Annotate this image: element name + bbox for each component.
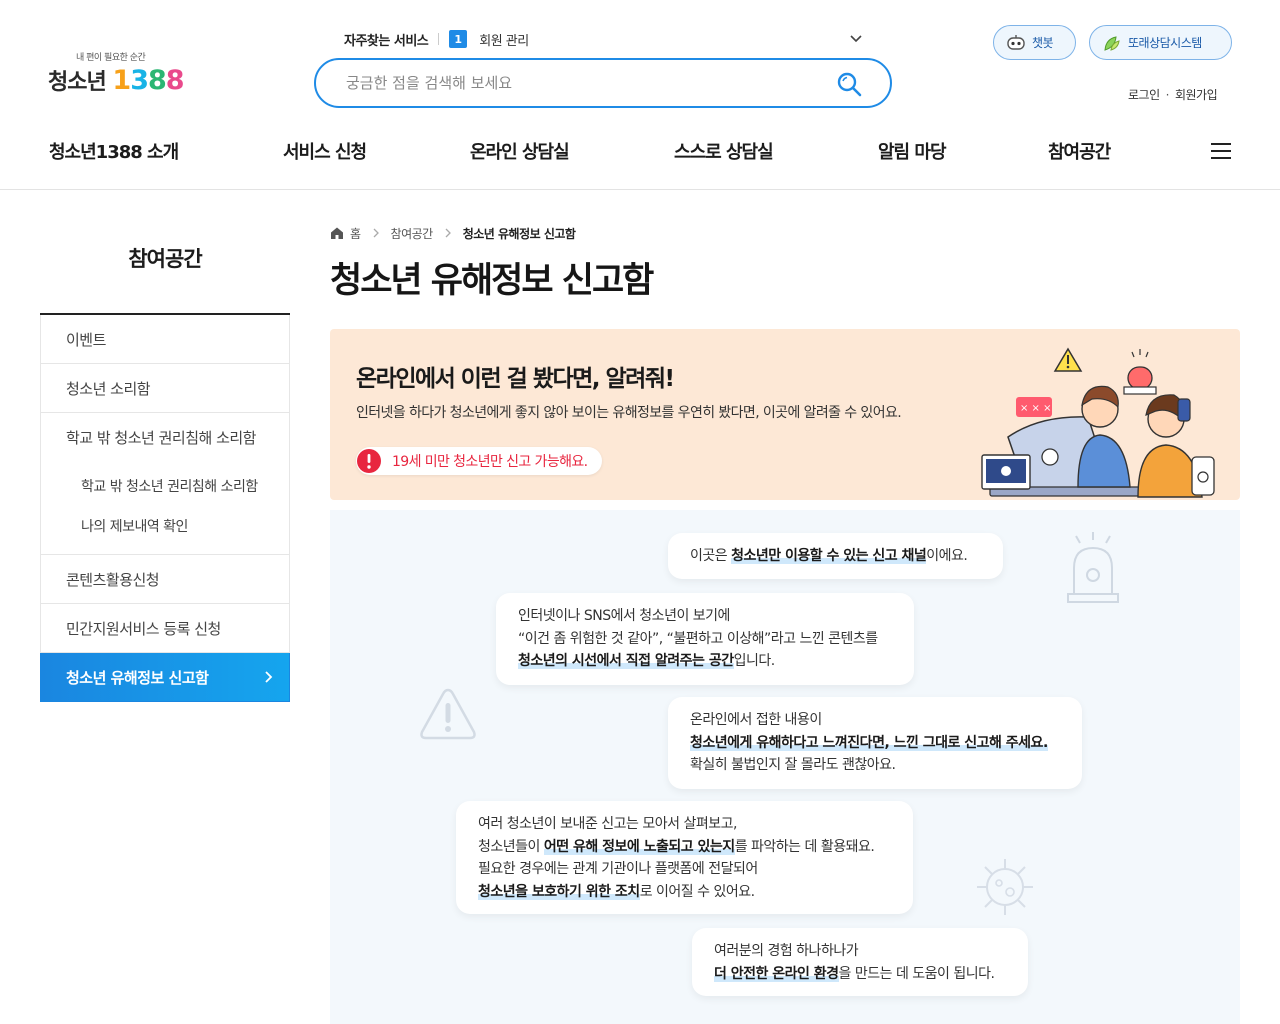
auth-separator: · xyxy=(1165,87,1170,102)
intro-banner: 온라인에서 이런 걸 봤다면, 알려줘! 인터넷을 하다가 청소년에게 좋지 않… xyxy=(330,329,1240,500)
leaf-icon xyxy=(1104,35,1120,51)
site-header: 내 편이 필요한 순간 청소년 1388 자주찾는 서비스 1 회원 관리 챗봇… xyxy=(0,0,1280,190)
chat-bubble-2: 인터넷이나 SNS에서 청소년이 보기에 “이건 좀 위험한 것 같아”, “불… xyxy=(496,593,914,685)
bubble-text: “이건 좀 위험한 것 같아”, “불편하고 이상해”라고 느낀 콘텐츠를 xyxy=(518,630,878,647)
chat-bubble-4: 여러 청소년이 보내준 신고는 모아서 살펴보고, 청소년들이 어떤 유해 정보… xyxy=(456,801,913,914)
sidebar-item-content-usage[interactable]: 콘텐츠활용신청 xyxy=(40,555,290,604)
bubble-text: 인터넷이나 SNS에서 청소년이 보기에 xyxy=(518,608,730,624)
virus-icon xyxy=(977,859,1033,915)
peer-counsel-label: 또래상담시스템 xyxy=(1128,36,1202,50)
frequent-rank-badge: 1 xyxy=(449,30,468,48)
bubble-highlight: 청소년의 시선에서 직접 알려주는 공간 xyxy=(518,653,734,669)
bubble-text: 확실히 불법인지 잘 몰라도 괜찮아요. xyxy=(690,757,896,773)
bubble-highlight: 청소년에게 유해하다고 느껴진다면, 느낀 그대로 신고해 주세요. xyxy=(690,734,1048,751)
logo[interactable]: 내 편이 필요한 순간 청소년 1388 xyxy=(48,50,188,100)
bubble-highlight: 어떤 유해 정보에 노출되고 있는지 xyxy=(543,838,735,855)
chatbot-button[interactable]: 챗봇 xyxy=(993,25,1076,60)
logo-wordmark: 청소년 1388 xyxy=(48,64,185,96)
bubble-text: 입니다. xyxy=(733,653,776,669)
divider xyxy=(438,33,440,45)
sidebar: 이벤트 청소년 소리함 학교 밖 청소년 권리침해 소리함 학교 밖 청소년 권… xyxy=(40,313,290,702)
sidebar-item-event[interactable]: 이벤트 xyxy=(40,315,290,364)
chevron-right-icon xyxy=(265,671,273,683)
sidebar-item-voice-box[interactable]: 청소년 소리함 xyxy=(40,364,290,413)
chat-bubble-3: 온라인에서 접한 내용이 청소년에게 유해하다고 느껴진다면, 느낀 그대로 신… xyxy=(668,697,1082,789)
banner-description: 인터넷을 하다가 청소년에게 좋지 않아 보이는 유해정보를 우연히 봤다면, … xyxy=(356,405,902,421)
warning-triangle-icon xyxy=(420,688,476,740)
search-bar xyxy=(314,58,892,108)
search-input[interactable] xyxy=(346,72,826,94)
logo-digit: 1 xyxy=(112,65,131,96)
sidebar-item-harmful-report[interactable]: 청소년 유해정보 신고함 xyxy=(40,653,290,702)
nav-item-about[interactable]: 청소년1388 소개 xyxy=(49,138,179,164)
breadcrumb-home[interactable]: 홈 xyxy=(350,225,361,242)
sidebar-subitem-rights-box[interactable]: 학교 밖 청소년 권리침해 소리함 xyxy=(41,466,289,506)
logo-digit: 3 xyxy=(130,65,149,96)
chevron-right-icon xyxy=(373,228,379,238)
sidebar-item-label: 청소년 유해정보 신고함 xyxy=(66,668,209,687)
bubble-text: 필요한 경우에는 관계 기관이나 플랫폼에 전달되어 xyxy=(478,861,758,877)
sidebar-item-private-service[interactable]: 민간지원서비스 등록 신청 xyxy=(40,604,290,653)
page-title: 청소년 유해정보 신고함 xyxy=(330,261,654,301)
logo-name: 청소년 xyxy=(48,70,107,95)
breadcrumb: 홈 참여공간 청소년 유해정보 신고함 xyxy=(330,224,576,242)
chevron-down-icon[interactable] xyxy=(848,30,864,46)
bubble-text: 이곳은 xyxy=(690,548,732,564)
frequent-services[interactable]: 자주찾는 서비스 1 회원 관리 xyxy=(344,28,864,50)
main-navigation: 청소년1388 소개 서비스 신청 온라인 상담실 스스로 상담실 알림 마당 … xyxy=(0,138,1280,166)
logo-digit: 8 xyxy=(165,65,185,96)
sidebar-item-rights-box[interactable]: 학교 밖 청소년 권리침해 소리함 xyxy=(40,413,290,462)
illustration-mark: × × × xyxy=(1020,403,1052,414)
bubble-text: 을 만드는 데 도움이 됩니다. xyxy=(838,965,995,982)
nav-item-notice[interactable]: 알림 마당 xyxy=(878,138,947,164)
frequent-services-label: 자주찾는 서비스 xyxy=(344,33,429,49)
search-icon[interactable] xyxy=(836,71,862,97)
exclamation-icon xyxy=(357,449,381,473)
chat-bubble-1: 이곳은 청소년만 이용할 수 있는 신고 채널이에요. xyxy=(668,533,1003,579)
bubble-highlight: 청소년만 이용할 수 있는 신고 채널 xyxy=(731,548,927,564)
breadcrumb-current: 청소년 유해정보 신고함 xyxy=(462,226,576,241)
reporting-illustration: × × × xyxy=(981,347,1215,498)
home-icon[interactable] xyxy=(330,226,344,240)
sidebar-subitem-my-reports[interactable]: 나의 제보내역 확인 xyxy=(41,506,289,546)
logo-tagline: 내 편이 필요한 순간 xyxy=(76,53,146,63)
nav-item-participation[interactable]: 참여공간 xyxy=(1048,138,1111,164)
banner-title: 온라인에서 이런 걸 봤다면, 알려줘! xyxy=(356,366,675,392)
siren-icon xyxy=(1067,532,1119,603)
hamburger-icon[interactable] xyxy=(1210,142,1232,160)
bubble-text: 이에요. xyxy=(926,548,968,564)
bubble-text: 로 이어질 수 있어요. xyxy=(639,883,755,900)
logo-digit: 8 xyxy=(148,65,167,96)
sidebar-title: 참여공간 xyxy=(128,247,202,271)
age-notice-text: 19세 미만 청소년만 신고 가능해요. xyxy=(392,454,588,470)
login-link[interactable]: 로그인 xyxy=(1128,86,1160,103)
bubble-text: 를 파악하는 데 활용돼요. xyxy=(734,838,875,855)
bubble-text: 온라인에서 접한 내용이 xyxy=(690,712,822,728)
auth-links: 로그인 · 회원가입 xyxy=(1128,86,1218,103)
signup-link[interactable]: 회원가입 xyxy=(1175,86,1218,103)
nav-item-online-counsel[interactable]: 온라인 상담실 xyxy=(470,138,570,164)
chevron-right-icon xyxy=(445,228,451,238)
nav-item-self-counsel[interactable]: 스스로 상담실 xyxy=(674,138,774,164)
bubble-highlight: 더 안전한 온라인 환경 xyxy=(714,965,839,982)
info-chat-area: 이곳은 청소년만 이용할 수 있는 신고 채널이에요. 인터넷이나 SNS에서 … xyxy=(330,510,1240,1024)
chatbot-label: 챗봇 xyxy=(1032,36,1054,50)
bubble-text: 여러 청소년이 보내준 신고는 모아서 살펴보고, xyxy=(478,816,737,832)
sidebar-submenu: 학교 밖 청소년 권리침해 소리함 나의 제보내역 확인 xyxy=(40,462,290,555)
chat-bubble-5: 여러분의 경험 하나하나가 더 안전한 온라인 환경을 만드는 데 도움이 됩니… xyxy=(692,928,1028,996)
age-notice-badge: 19세 미만 청소년만 신고 가능해요. xyxy=(356,447,602,475)
robot-icon xyxy=(1007,34,1025,50)
nav-item-service[interactable]: 서비스 신청 xyxy=(283,138,367,164)
peer-counsel-button[interactable]: 또래상담시스템 xyxy=(1089,25,1232,60)
frequent-service-item[interactable]: 회원 관리 xyxy=(479,30,529,49)
bubble-text: 여러분의 경험 하나하나가 xyxy=(714,943,859,959)
breadcrumb-section[interactable]: 참여공간 xyxy=(391,225,434,242)
bubble-highlight: 청소년을 보호하기 위한 조치 xyxy=(478,883,640,900)
bubble-text: 청소년들이 xyxy=(478,838,544,855)
